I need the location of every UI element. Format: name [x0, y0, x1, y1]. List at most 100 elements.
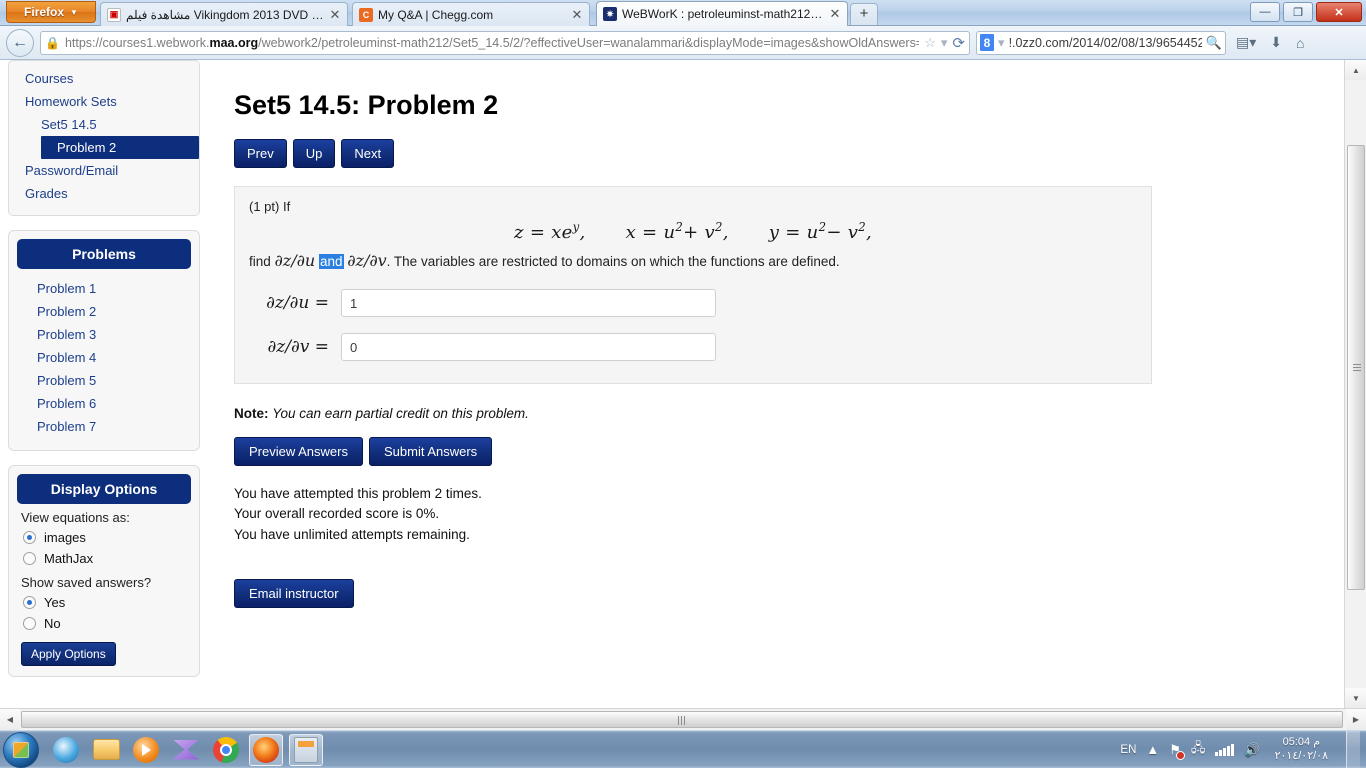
problem-link-6[interactable]: Problem 6 — [17, 392, 191, 415]
window-controls: — ❐ ✕ — [1250, 2, 1362, 22]
up-button[interactable]: Up — [293, 139, 336, 168]
search-engine-icon[interactable]: 8 — [980, 34, 994, 51]
find-suffix: . The variables are restricted to domain… — [387, 254, 840, 269]
show-desktop-button[interactable] — [1346, 731, 1360, 769]
problems-list: Problem 1 Problem 2 Problem 3 Problem 4 … — [17, 269, 191, 442]
close-window-button[interactable]: ✕ — [1316, 2, 1362, 22]
radio-icon[interactable] — [23, 596, 36, 609]
close-icon[interactable]: ✕ — [329, 7, 341, 23]
taskbar-item-chrome[interactable] — [209, 734, 243, 766]
radio-view-images[interactable]: images — [17, 527, 191, 548]
radio-saved-no[interactable]: No — [17, 613, 191, 634]
action-center-icon[interactable]: ⚑ — [1169, 742, 1181, 758]
preview-answers-button[interactable]: Preview Answers — [234, 437, 363, 466]
sidebar-item-problem-2-current[interactable]: Problem 2 — [41, 136, 199, 159]
tab-vikingdom[interactable]: ▣ مشاهدة فيلم Vikingdom 2013 DVD H... ✕ — [100, 2, 348, 26]
home-icon[interactable]: ⌂ — [1292, 35, 1308, 51]
status-score: Your overall recorded score is 0%. — [234, 504, 1194, 524]
volume-icon[interactable]: 🔊 — [1244, 742, 1260, 758]
firefox-menu-button[interactable]: Firefox ▼ — [6, 1, 96, 23]
reload-icon[interactable]: ⟳ — [952, 34, 965, 52]
maximize-button[interactable]: ❐ — [1283, 2, 1313, 22]
webwork-favicon: ✷ — [603, 7, 617, 21]
tab-chegg[interactable]: C My Q&A | Chegg.com ✕ — [352, 2, 590, 26]
search-bar[interactable]: 8 ▾ !.0zz0.com/2014/02/08/13/965445286.p… — [976, 31, 1226, 55]
close-icon[interactable]: ✕ — [571, 7, 583, 23]
next-button[interactable]: Next — [341, 139, 394, 168]
problem-link-7[interactable]: Problem 7 — [17, 415, 191, 438]
firefox-icon — [253, 737, 279, 763]
address-bar[interactable]: 🔒 https://courses1.webwork.maa.org/webwo… — [40, 31, 970, 55]
search-icon[interactable]: 🔍 — [1206, 35, 1222, 51]
radio-icon[interactable] — [23, 552, 36, 565]
main-content: Set5 14.5: Problem 2 Prev Up Next (1 pt)… — [234, 60, 1194, 608]
start-button[interactable] — [3, 732, 39, 768]
answer-row-zv: ∂z/∂v = — [249, 333, 1137, 361]
alert-badge — [1176, 751, 1185, 760]
url-domain: maa.org — [209, 36, 258, 50]
answer-input-zu[interactable] — [341, 289, 716, 317]
email-instructor-button[interactable]: Email instructor — [234, 579, 354, 608]
problem-link-4[interactable]: Problem 4 — [17, 346, 191, 369]
prev-button[interactable]: Prev — [234, 139, 287, 168]
answer-input-zv[interactable] — [341, 333, 716, 361]
clock[interactable]: 05:04 م ٢٠١٤/٠٢/٠٨ — [1271, 736, 1332, 764]
answer-label-zv: ∂z/∂v = — [249, 337, 329, 357]
taskbar-item-file-explorer[interactable] — [89, 734, 123, 766]
scroll-right-icon[interactable]: ▶ — [1346, 709, 1366, 730]
taskbar-item-media-player[interactable] — [129, 734, 163, 766]
back-button[interactable]: ← — [6, 29, 34, 57]
show-hidden-icons-icon[interactable]: ▲ — [1146, 742, 1159, 757]
close-icon[interactable]: ✕ — [829, 6, 841, 22]
minimize-button[interactable]: — — [1250, 2, 1280, 22]
radio-view-mathjax[interactable]: MathJax — [17, 548, 191, 569]
radio-icon[interactable] — [23, 531, 36, 544]
vertical-scroll-thumb[interactable] — [1347, 145, 1365, 590]
search-input[interactable]: !.0zz0.com/2014/02/08/13/965445286.png — [1009, 36, 1202, 50]
display-options-title: Display Options — [17, 474, 191, 504]
apply-options-button[interactable]: Apply Options — [21, 642, 116, 666]
bookmarks-icon[interactable]: ▤▾ — [1232, 34, 1260, 51]
clock-date: ٢٠١٤/٠٢/٠٨ — [1275, 750, 1328, 764]
tab-webwork[interactable]: ✷ WeBWorK : petroleuminst-math212 : ... … — [596, 1, 848, 26]
horizontal-scroll-thumb[interactable] — [21, 711, 1343, 728]
horizontal-scrollbar[interactable]: ◀ ▶ — [0, 708, 1366, 730]
eq-part: + v — [683, 222, 715, 243]
sidebar-item-grades[interactable]: Grades — [9, 182, 199, 205]
problem-link-5[interactable]: Problem 5 — [17, 369, 191, 392]
new-tab-button[interactable]: + — [850, 3, 878, 25]
sidebar-item-set5[interactable]: Set5 14.5 — [9, 113, 199, 136]
taskbar-item-calculator[interactable] — [289, 734, 323, 766]
radio-label: images — [44, 530, 86, 545]
tab-title: My Q&A | Chegg.com — [378, 8, 566, 22]
radio-icon[interactable] — [23, 617, 36, 630]
chevron-down-icon[interactable]: ▾ — [941, 35, 948, 51]
taskbar-icons — [49, 734, 323, 766]
sidebar-item-courses[interactable]: Courses — [9, 67, 199, 90]
downloads-icon[interactable]: ⬇ — [1266, 34, 1286, 51]
vertical-scrollbar[interactable]: ▲ ▼ — [1344, 60, 1366, 708]
eq-part: y = u — [769, 222, 819, 243]
tab-title: WeBWorK : petroleuminst-math212 : ... — [622, 7, 824, 21]
taskbar-item-movie-maker[interactable] — [169, 734, 203, 766]
signal-strength-icon[interactable] — [1215, 744, 1234, 756]
taskbar-item-firefox[interactable] — [249, 734, 283, 766]
eq-part: 2 — [858, 220, 866, 234]
problem-link-1[interactable]: Problem 1 — [17, 277, 191, 300]
language-indicator[interactable]: EN — [1120, 744, 1136, 756]
scroll-up-icon[interactable]: ▲ — [1345, 60, 1366, 80]
windows-logo-icon — [13, 742, 29, 758]
sidebar-item-homework-sets[interactable]: Homework Sets — [9, 90, 199, 113]
chevron-down-icon[interactable]: ▾ — [998, 35, 1005, 51]
sidebar-item-password-email[interactable]: Password/Email — [9, 159, 199, 182]
bookmark-star-icon[interactable]: ☆ — [924, 35, 936, 51]
network-icon[interactable]: 🖧 — [1191, 739, 1206, 761]
problem-link-2[interactable]: Problem 2 — [17, 300, 191, 323]
scroll-down-icon[interactable]: ▼ — [1345, 688, 1366, 708]
radio-saved-yes[interactable]: Yes — [17, 592, 191, 613]
submit-answers-button[interactable]: Submit Answers — [369, 437, 492, 466]
problem-link-3[interactable]: Problem 3 — [17, 323, 191, 346]
taskbar-item-internet-explorer[interactable] — [49, 734, 83, 766]
url-prefix: https://courses1.webwork. — [65, 36, 210, 50]
scroll-left-icon[interactable]: ◀ — [0, 709, 20, 730]
